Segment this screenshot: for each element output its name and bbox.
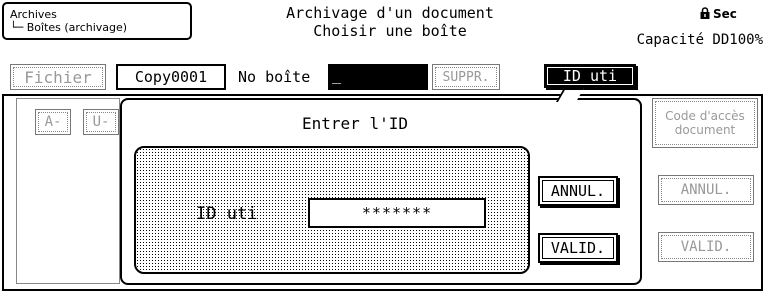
delete-button-label: SUPPR. — [442, 69, 490, 85]
id-entry-panel: ID uti ******* — [134, 146, 530, 274]
folder-list-panel: A- U- — [16, 98, 120, 284]
file-name-value: Copy0001 — [134, 68, 208, 86]
confirm-button-disabled[interactable]: VALID. — [658, 232, 754, 262]
cancel-button[interactable]: ANNUL. — [538, 176, 618, 206]
tab-a[interactable]: A- — [35, 109, 71, 135]
access-code-label: Code d'accès document — [665, 109, 745, 137]
page-title-line2: Choisir une boîte — [313, 22, 467, 40]
confirm-button-label: VALID. — [550, 239, 606, 257]
tab-a-label: A- — [44, 114, 62, 130]
cancel-button-disabled[interactable]: ANNUL. — [658, 175, 754, 205]
file-button-label: Fichier — [24, 67, 92, 87]
confirm-button[interactable]: VALID. — [538, 233, 618, 263]
enter-id-dialog: Entrer l'ID ID uti ******* ANNUL. VALID. — [120, 88, 642, 285]
dialog-title: Entrer l'ID — [302, 114, 408, 133]
box-number-label: No boîte — [238, 68, 311, 86]
breadcrumb-current: └─ Boîtes (archivage) — [10, 21, 128, 34]
breadcrumb[interactable]: Archives └─ Boîtes (archivage) — [2, 2, 192, 40]
id-field-label: ID uti — [196, 204, 258, 224]
page-title: Archivage d'un document Choisir une boît… — [210, 4, 570, 40]
breadcrumb-root: Archives — [10, 8, 57, 21]
document-access-code-button[interactable]: Code d'accès document — [652, 98, 758, 148]
dialog-pointer — [555, 88, 585, 102]
tab-u[interactable]: U- — [83, 109, 119, 135]
box-number-cursor: _ — [332, 66, 342, 84]
file-name-field[interactable]: Copy0001 — [116, 64, 226, 90]
cancel-disabled-label: ANNUL. — [680, 182, 732, 198]
file-button[interactable]: Fichier — [10, 64, 106, 90]
cancel-button-label: ANNUL. — [550, 182, 606, 200]
confirm-disabled-label: VALID. — [680, 239, 732, 255]
id-input[interactable]: ******* — [308, 198, 486, 228]
secure-badge: Sec — [700, 6, 737, 22]
lock-icon — [700, 6, 710, 22]
disk-capacity: Capacité DD100% — [636, 32, 763, 48]
page-title-line1: Archivage d'un document — [286, 4, 494, 22]
box-number-input[interactable]: _ — [328, 64, 428, 90]
secure-label: Sec — [713, 7, 737, 21]
delete-button[interactable]: SUPPR. — [432, 64, 500, 90]
user-id-button-label: ID uti — [562, 67, 618, 85]
tab-u-label: U- — [92, 114, 110, 130]
id-input-value: ******* — [361, 204, 433, 222]
user-id-button[interactable]: ID uti — [544, 64, 636, 88]
